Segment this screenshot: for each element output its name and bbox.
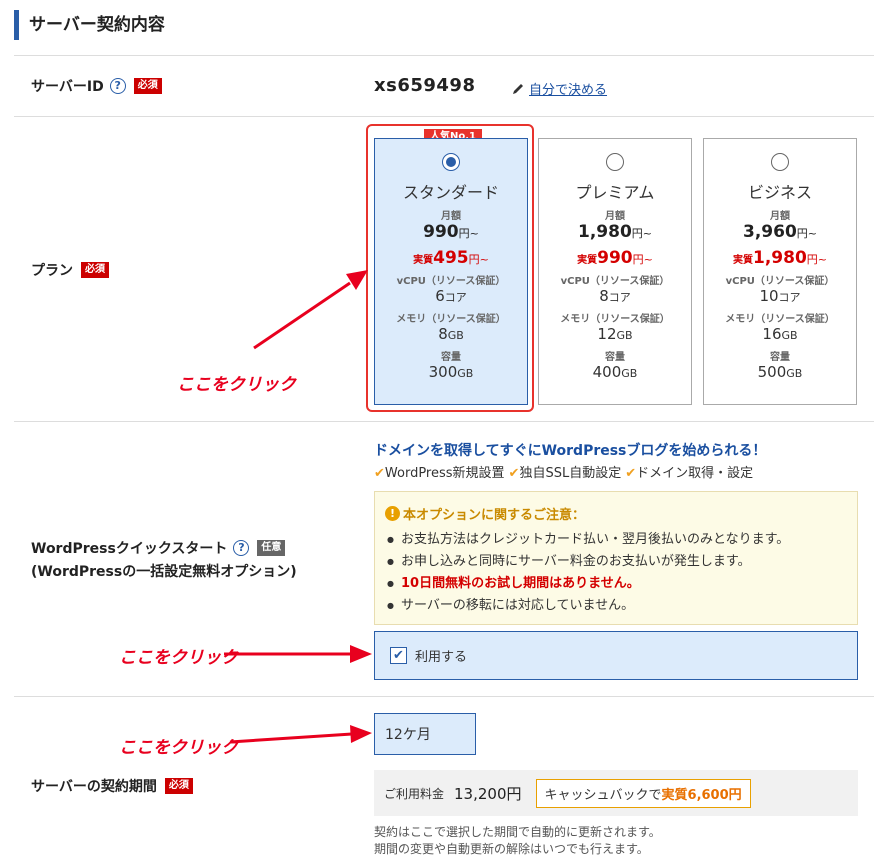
fee-summary: ご利用料金 13,200円 キャッシュバックで実質6,600円 bbox=[374, 770, 858, 816]
help-icon[interactable]: ? bbox=[233, 540, 250, 556]
arrow-to-wp-checkbox bbox=[224, 645, 372, 663]
arrow-to-plan bbox=[253, 270, 368, 350]
wp-headline: ドメインを取得してすぐにWordPressブログを始められる！ bbox=[374, 443, 767, 459]
warning-icon: ! bbox=[385, 506, 400, 521]
wp-quickstart-sublabel: (WordPressの一括設定無料オプション) bbox=[31, 564, 297, 580]
fee-amount: 13,200円 bbox=[454, 784, 522, 803]
period-label-row: サーバーの契約期間 必須 bbox=[31, 776, 193, 796]
caution-item: サーバーの移転には対応していません。 bbox=[385, 595, 847, 617]
check-icon: ✔ bbox=[625, 466, 637, 481]
caution-item: お申し込みと同時にサーバー料金のお支払いが発生します。 bbox=[385, 551, 847, 573]
wp-quickstart-label: WordPressクイックスタート bbox=[31, 541, 228, 557]
renewal-note-line: 契約はここで選択した期間で自動的に更新されます。 bbox=[374, 825, 661, 839]
caution-item: お支払方法はクレジットカード払い・翌月後払いのみとなります。 bbox=[385, 529, 847, 551]
fee-label: ご利用料金 bbox=[384, 786, 445, 801]
check-icon: ✔ bbox=[374, 466, 385, 481]
period-label: サーバーの契約期間 bbox=[31, 779, 157, 795]
wp-use-option[interactable]: ✔ 利用する bbox=[374, 631, 858, 680]
feature-item: ✔WordPress新規設置 bbox=[374, 466, 505, 481]
caution-title: 本オプションに関するご注意： bbox=[403, 508, 586, 523]
caution-box: ! 本オプションに関するご注意： お支払方法はクレジットカード払い・翌月後払いの… bbox=[374, 491, 858, 625]
use-label: 利用する bbox=[415, 650, 468, 665]
caution-title-row: ! 本オプションに関するご注意： bbox=[385, 504, 847, 523]
renewal-note-line: 期間の変更や自動更新の解除はいつでも行えます。 bbox=[374, 842, 649, 856]
use-checkbox[interactable]: ✔ bbox=[390, 647, 407, 664]
renewal-note: 契約はここで選択した期間で自動的に更新されます。 期間の変更や自動更新の解除はい… bbox=[374, 824, 661, 858]
caution-item: 10日間無料のお試し期間はありません。 bbox=[385, 573, 847, 595]
click-here-annotation: ここをクリック bbox=[119, 738, 238, 757]
divider bbox=[14, 421, 874, 422]
check-icon: ✔ bbox=[508, 466, 520, 481]
wp-quickstart-label-row: WordPressクイックスタート ? 任意 bbox=[31, 538, 286, 558]
cashback-badge: キャッシュバックで実質6,600円 bbox=[535, 778, 751, 808]
feature-item: ✔ドメイン取得・設定 bbox=[625, 466, 754, 481]
click-here-annotation: ここをクリック bbox=[177, 375, 296, 394]
arrow-to-period bbox=[229, 725, 372, 744]
click-here-annotation: ここをクリック bbox=[119, 648, 238, 667]
caution-list: お支払方法はクレジットカード払い・翌月後払いのみとなります。 お申し込みと同時に… bbox=[385, 529, 847, 617]
period-select[interactable]: 12ケ月 bbox=[374, 713, 476, 755]
required-badge: 必須 bbox=[164, 778, 193, 794]
optional-badge: 任意 bbox=[257, 540, 286, 556]
wp-features: ✔WordPress新規設置 ✔独自SSL自動設定 ✔ドメイン取得・設定 bbox=[374, 462, 753, 481]
divider bbox=[14, 696, 874, 697]
feature-item: ✔独自SSL自動設定 bbox=[508, 466, 622, 481]
